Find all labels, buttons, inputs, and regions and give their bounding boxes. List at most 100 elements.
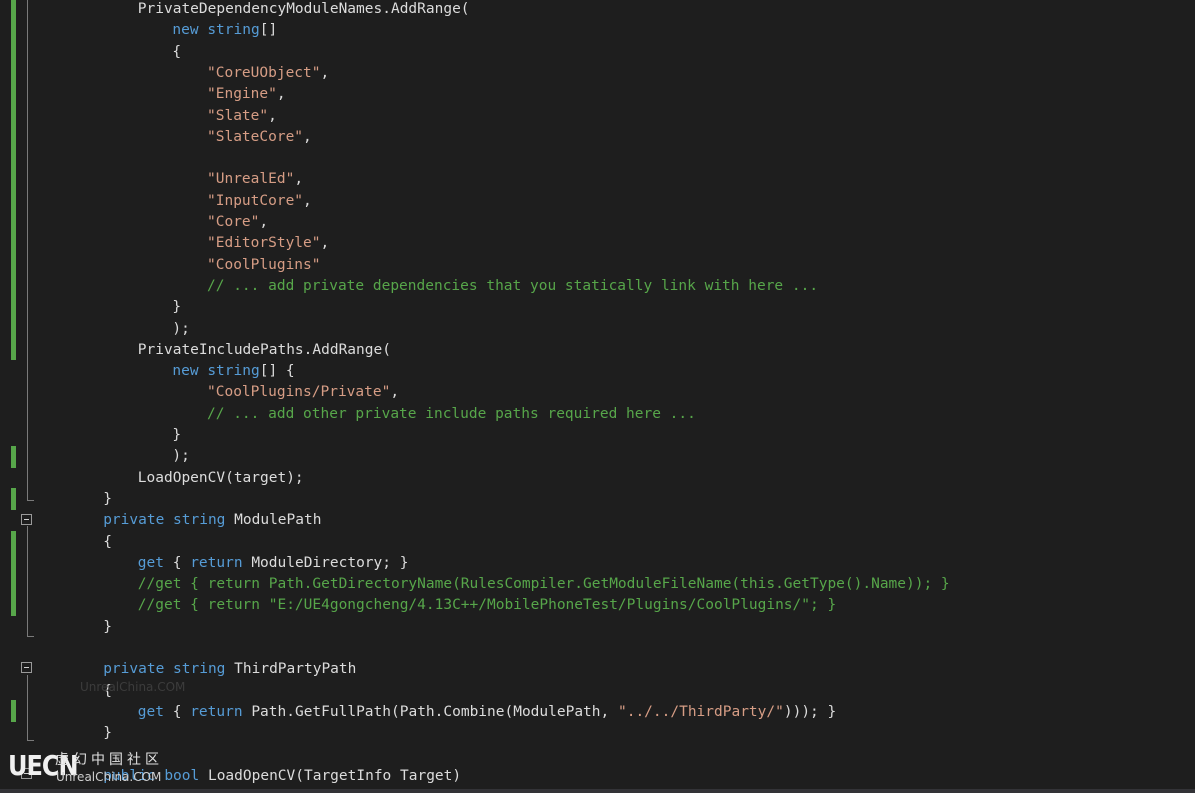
code-line[interactable]: new string[] <box>172 20 277 41</box>
code-token: ); <box>172 448 190 465</box>
code-token: new <box>172 22 199 39</box>
code-line[interactable]: "Engine", <box>207 84 286 105</box>
code-line[interactable]: { <box>103 532 112 553</box>
fold-guide-end <box>27 500 34 501</box>
code-line[interactable]: } <box>172 297 181 318</box>
fold-guide-end <box>27 740 34 741</box>
code-line[interactable]: LoadOpenCV(target); <box>138 468 304 489</box>
code-token: , <box>320 235 330 252</box>
code-token: , <box>268 107 277 124</box>
code-token: "InputCore" <box>207 192 304 209</box>
code-line[interactable]: ); <box>172 446 189 467</box>
code-line[interactable]: PrivateDependencyModuleNames.AddRange( <box>138 0 470 20</box>
code-line[interactable]: } <box>103 617 112 638</box>
code-token: ModulePath <box>225 512 322 529</box>
editor-gutter <box>0 0 60 793</box>
code-editor[interactable]: PrivateDependencyModuleNames.AddRange(ne… <box>0 0 1195 793</box>
code-token: "Slate" <box>207 107 269 124</box>
code-token: // ... add other private include paths r… <box>207 405 696 422</box>
code-token: } <box>103 490 112 507</box>
fold-guide-end <box>27 636 34 637</box>
code-token: private <box>103 512 165 529</box>
collapse-icon[interactable] <box>21 768 32 779</box>
code-line[interactable]: { <box>172 42 181 63</box>
change-indicator-bar <box>11 700 16 722</box>
fold-guide-line <box>27 526 28 636</box>
code-line[interactable]: private string ModulePath <box>103 510 321 531</box>
code-token: LoadOpenCV(target); <box>137 469 304 486</box>
code-token: get <box>137 703 164 720</box>
code-token: } <box>172 299 182 316</box>
code-token: [] { <box>259 363 295 380</box>
fold-guide-line <box>27 0 28 500</box>
code-line[interactable]: "CoreUObject", <box>207 63 329 84</box>
code-line[interactable]: get { return Path.GetFullPath(Path.Combi… <box>138 702 836 723</box>
code-token: , <box>320 64 330 81</box>
code-token: "../../ThirdParty/" <box>617 703 784 720</box>
code-line[interactable]: "EditorStyle", <box>207 233 329 254</box>
fold-guide-line <box>27 675 28 740</box>
code-line[interactable]: private string ThirdPartyPath <box>103 659 356 680</box>
code-line[interactable]: // ... add private dependencies that you… <box>207 276 818 297</box>
code-line[interactable]: //get { return Path.GetDirectoryName(Rul… <box>138 574 950 595</box>
code-token: , <box>390 384 400 401</box>
code-token: [] <box>259 22 278 39</box>
code-line[interactable]: "CoolPlugins" <box>207 255 321 276</box>
code-token: "EditorStyle" <box>207 235 321 252</box>
code-token: { <box>164 554 191 571</box>
code-token: } <box>103 725 112 742</box>
code-token: Path.GetFullPath(Path.Combine(ModulePath… <box>242 703 618 720</box>
code-token: "Engine" <box>207 86 277 103</box>
code-token: "CoolPlugins" <box>207 256 321 273</box>
code-token: return <box>190 554 243 571</box>
code-token: ThirdPartyPath <box>225 661 357 678</box>
code-line[interactable]: } <box>103 723 112 744</box>
code-token: { <box>164 703 191 720</box>
code-line[interactable]: } <box>103 489 112 510</box>
code-line[interactable]: "CoolPlugins/Private", <box>207 382 399 403</box>
code-token: string <box>207 363 260 380</box>
code-token: , <box>276 86 286 103</box>
code-line[interactable]: "UnrealEd", <box>207 169 303 190</box>
code-token: "SlateCore" <box>207 128 304 145</box>
code-token: } <box>103 618 112 635</box>
code-token: { <box>172 43 182 60</box>
code-line[interactable]: // ... add other private include paths r… <box>207 404 696 425</box>
code-token: bool <box>164 767 200 784</box>
code-token: ); <box>172 320 190 337</box>
code-line[interactable]: PrivateIncludePaths.AddRange( <box>138 340 391 361</box>
code-token: "UnrealEd" <box>207 171 295 188</box>
code-line[interactable]: ); <box>172 319 189 340</box>
code-token: string <box>173 512 226 529</box>
code-token: private <box>103 661 165 678</box>
code-token: "Core" <box>207 214 260 230</box>
code-token: , <box>303 128 312 145</box>
code-line[interactable]: new string[] { <box>172 361 294 382</box>
code-token: get <box>137 554 164 571</box>
horizontal-scrollbar[interactable] <box>0 789 1195 793</box>
code-line[interactable]: //get { return "E:/UE4gongcheng/4.13C++/… <box>138 595 836 616</box>
code-token: string <box>173 661 226 678</box>
code-token: , <box>294 171 304 188</box>
code-line[interactable]: "Slate", <box>207 106 277 127</box>
code-token: return <box>190 703 243 720</box>
code-token: new <box>172 363 199 380</box>
collapse-icon[interactable] <box>21 662 32 673</box>
code-line[interactable]: "InputCore", <box>207 191 312 212</box>
code-line[interactable]: public bool LoadOpenCV(TargetInfo Target… <box>103 766 461 787</box>
code-token: ModuleDirectory; } <box>242 554 409 571</box>
code-token: ))); } <box>783 703 837 720</box>
code-line[interactable]: "Core", <box>207 212 268 233</box>
code-token: PrivateIncludePaths.AddRange( <box>137 341 391 358</box>
code-token: "CoolPlugins/Private" <box>207 384 391 401</box>
code-token: , <box>259 214 269 230</box>
code-line[interactable]: "SlateCore", <box>207 127 312 148</box>
code-line[interactable]: } <box>172 425 181 446</box>
change-indicator-bar <box>11 0 16 360</box>
collapse-icon[interactable] <box>21 514 32 525</box>
code-line[interactable]: get { return ModuleDirectory; } <box>138 553 409 574</box>
code-token: //get { return "E:/UE4gongcheng/4.13C++/… <box>137 597 837 614</box>
